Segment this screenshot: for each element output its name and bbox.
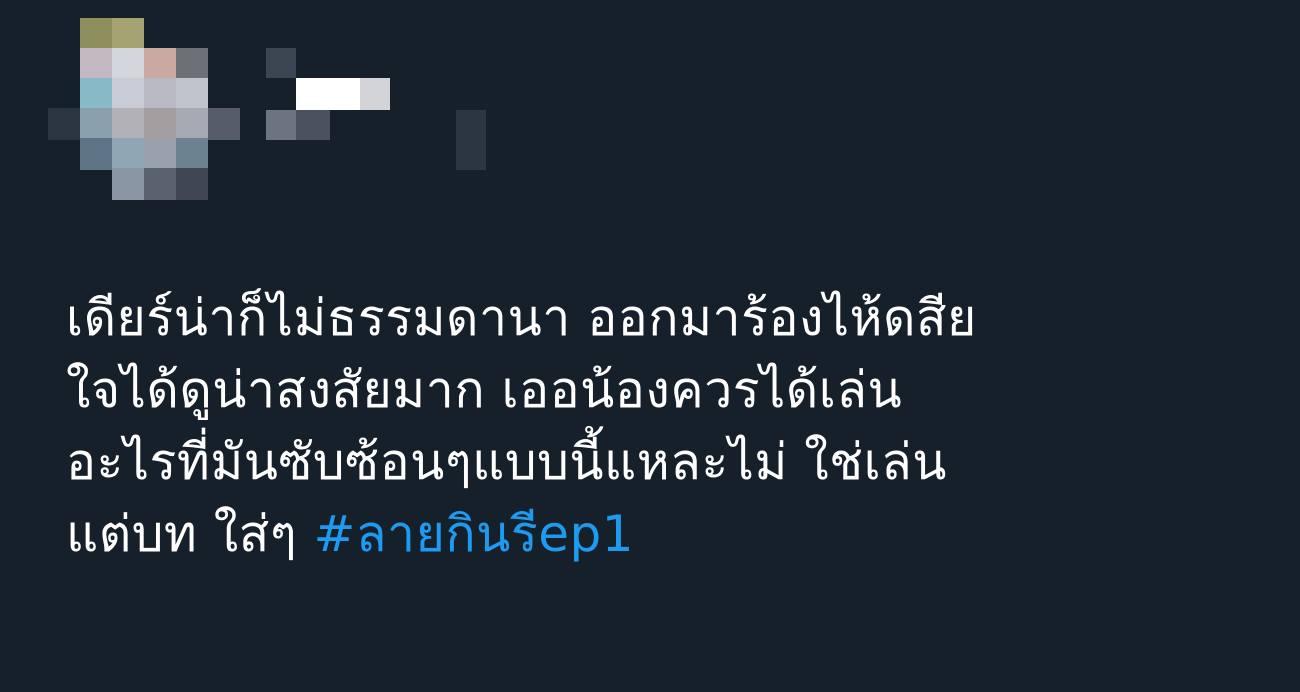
avatar-pixel (80, 108, 112, 140)
hashtag-link[interactable]: #ลายกินรีep1 (313, 505, 634, 563)
avatar-pixel (144, 108, 176, 140)
tweet-text-line-4: แต่บท ใส่ๆ #ลายกินรีep1 (66, 498, 1266, 570)
tweet-text-line-1: เดียร์น่าก็ไม่ธรรมดานา ออกมาร้องไห้ดสีย (66, 289, 977, 347)
avatar-pixel (144, 78, 176, 110)
tweet-text: เดียร์น่าก็ไม่ธรรมดานา ออกมาร้องไห้ดสีย … (66, 282, 1266, 570)
avatar-pixel (208, 108, 240, 140)
avatar-pixel (176, 168, 208, 200)
avatar-pixel (176, 138, 208, 170)
name-pixel (456, 140, 486, 170)
avatar-pixel (80, 78, 112, 110)
name-pixel (296, 78, 360, 110)
avatar-pixel (48, 108, 80, 140)
author-name-blurred[interactable] (266, 48, 496, 178)
avatar-pixel (112, 18, 144, 50)
avatar-pixel (112, 138, 144, 170)
avatar-pixel (176, 78, 208, 110)
avatar-pixel (144, 138, 176, 170)
avatar-pixel (112, 48, 144, 80)
tweet-card: เดียร์น่าก็ไม่ธรรมดานา ออกมาร้องไห้ดสีย … (0, 0, 1300, 692)
tweet-text-line-2: ใจได้ดูน่าสงสัยมาก เออน้องควรได้เล่น (66, 361, 903, 419)
avatar-pixel (80, 18, 112, 50)
tweet-text-line-4-text: แต่บท ใส่ๆ (66, 505, 298, 563)
avatar-pixel (144, 48, 176, 80)
avatar-pixel (176, 108, 208, 140)
name-pixel (266, 48, 296, 78)
name-pixel (266, 110, 296, 140)
avatar-pixel (112, 168, 144, 200)
avatar-pixel (112, 108, 144, 140)
avatar-pixel (112, 78, 144, 110)
name-pixel (360, 78, 390, 110)
name-pixel (456, 110, 486, 140)
avatar-pixel (80, 138, 112, 170)
avatar-pixel (144, 168, 176, 200)
avatar[interactable] (48, 18, 248, 208)
avatar-pixel (80, 48, 112, 80)
tweet-text-line-3: อะไรที่มันซับซ้อนๆแบบนี้แหละไม่ ใช่เล่น (66, 433, 947, 491)
avatar-pixel (176, 48, 208, 80)
name-pixel (296, 110, 330, 140)
